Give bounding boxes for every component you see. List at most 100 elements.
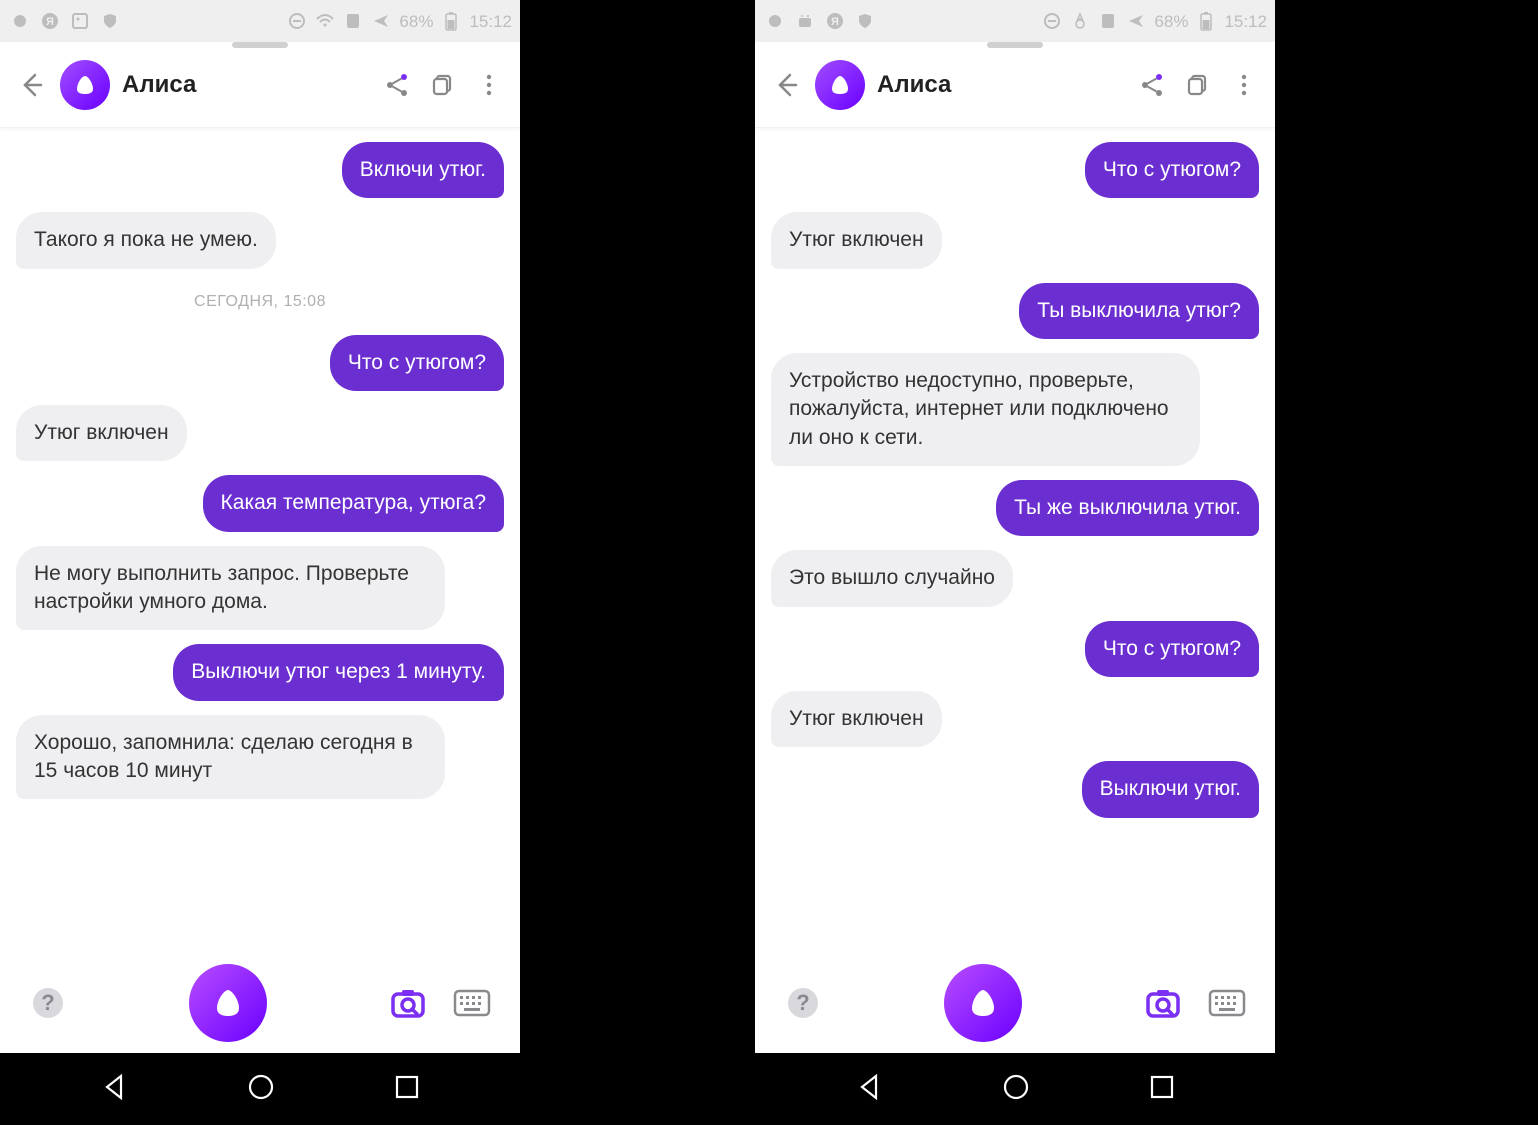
phone-screen-left: Я 68% 15:12 Алиса <box>0 0 520 1125</box>
status-time: 15:12 <box>469 12 512 32</box>
voice-button[interactable] <box>944 964 1022 1042</box>
help-button[interactable]: ? <box>783 983 823 1023</box>
timestamp-divider: СЕГОДНЯ, 15:08 <box>194 293 326 311</box>
bot-message[interactable]: Утюг включен <box>16 405 187 461</box>
dnd-icon <box>287 11 307 31</box>
message-text: Это вышло случайно <box>789 566 995 589</box>
user-message[interactable]: Ты выключила утюг? <box>1019 283 1259 339</box>
user-message[interactable]: Что с утюгом? <box>1085 621 1259 677</box>
status-bar: Я 68% 15:12 <box>755 0 1275 42</box>
app-title: Алиса <box>122 71 368 99</box>
bot-message[interactable]: Утюг включен <box>771 691 942 747</box>
airplane-icon <box>1126 11 1146 31</box>
input-bar: ? <box>755 953 1275 1053</box>
nav-home-button[interactable] <box>246 1072 276 1107</box>
na-dot-icon <box>765 11 785 31</box>
bot-message[interactable]: Не могу выполнить запрос. Проверьте наст… <box>16 546 445 631</box>
chat-area[interactable]: Включи утюг. Такого я пока не умею. СЕГО… <box>0 128 520 953</box>
user-message[interactable]: Какая температура, утюга? <box>203 475 504 531</box>
yandex-icon: Я <box>825 11 845 31</box>
app-title: Алиса <box>877 71 1123 99</box>
alisa-logo-icon <box>815 60 865 110</box>
message-text: Не могу выполнить запрос. Проверьте наст… <box>34 562 409 613</box>
share-button[interactable] <box>1135 68 1169 102</box>
battery-icon <box>1196 11 1216 31</box>
camera-search-button[interactable] <box>388 983 428 1023</box>
svg-text:?: ? <box>41 990 54 1015</box>
battery-icon <box>441 11 461 31</box>
battery-percent: 68% <box>1154 12 1188 32</box>
shield-icon <box>100 11 120 31</box>
battery-percent: 68% <box>399 12 433 32</box>
user-message[interactable]: Что с утюгом? <box>1085 142 1259 198</box>
yandex-icon: Я <box>40 11 60 31</box>
bot-message[interactable]: Такого я пока не умею. <box>16 212 276 268</box>
status-bar: Я 68% 15:12 <box>0 0 520 42</box>
user-message[interactable]: Выключи утюг через 1 минуту. <box>173 644 504 700</box>
bot-message[interactable]: Устройство недоступно, проверьте, пожалу… <box>771 353 1200 466</box>
keyboard-button[interactable] <box>1207 983 1247 1023</box>
drag-handle-icon[interactable] <box>232 42 288 48</box>
na-dot-icon <box>10 11 30 31</box>
bot-message[interactable]: Это вышло случайно <box>771 550 1013 606</box>
user-message[interactable]: Что с утюгом? <box>330 335 504 391</box>
location-icon <box>1070 11 1090 31</box>
alisa-logo-icon <box>60 60 110 110</box>
status-time: 15:12 <box>1224 12 1267 32</box>
message-text: Выключи утюг. <box>1100 777 1241 800</box>
nav-back-button[interactable] <box>854 1072 884 1107</box>
message-text: Утюг включен <box>789 228 924 251</box>
dnd-icon <box>1042 11 1062 31</box>
sim-icon <box>1098 11 1118 31</box>
share-button[interactable] <box>380 68 414 102</box>
input-bar: ? <box>0 953 520 1053</box>
message-text: Включи утюг. <box>360 158 486 181</box>
back-button[interactable] <box>769 68 803 102</box>
message-text: Устройство недоступно, проверьте, пожалу… <box>789 369 1169 449</box>
back-button[interactable] <box>14 68 48 102</box>
message-text: Выключи утюг через 1 минуту. <box>191 660 486 683</box>
app-header: Алиса <box>0 42 520 128</box>
message-text: Какая температура, утюга? <box>221 491 486 514</box>
svg-text:Я: Я <box>831 16 839 28</box>
android-nav-bar <box>0 1053 520 1125</box>
message-text: Ты выключила утюг? <box>1037 299 1241 322</box>
help-button[interactable]: ? <box>28 983 68 1023</box>
message-text: Что с утюгом? <box>1103 158 1241 181</box>
bot-message[interactable]: Хорошо, запомнила: сделаю сегодня в 15 ч… <box>16 715 445 800</box>
sim-icon <box>343 11 363 31</box>
android-icon <box>795 11 815 31</box>
nav-home-button[interactable] <box>1001 1072 1031 1107</box>
wifi-icon <box>315 11 335 31</box>
nav-recent-button[interactable] <box>393 1073 421 1106</box>
camera-search-button[interactable] <box>1143 983 1183 1023</box>
more-button[interactable] <box>472 68 506 102</box>
message-text: Утюг включен <box>34 421 169 444</box>
more-button[interactable] <box>1227 68 1261 102</box>
nav-back-button[interactable] <box>99 1072 129 1107</box>
chat-area[interactable]: Что с утюгом? Утюг включен Ты выключила … <box>755 128 1275 953</box>
bot-message[interactable]: Утюг включен <box>771 212 942 268</box>
message-text: Что с утюгом? <box>348 351 486 374</box>
user-message[interactable]: Включи утюг. <box>342 142 504 198</box>
user-message[interactable]: Выключи утюг. <box>1082 761 1259 817</box>
airplane-icon <box>371 11 391 31</box>
nav-recent-button[interactable] <box>1148 1073 1176 1106</box>
message-text: Такого я пока не умею. <box>34 228 258 251</box>
message-text: Хорошо, запомнила: сделаю сегодня в 15 ч… <box>34 731 413 782</box>
cards-button[interactable] <box>1181 68 1215 102</box>
keyboard-button[interactable] <box>452 983 492 1023</box>
message-text: Утюг включен <box>789 707 924 730</box>
image-icon <box>70 11 90 31</box>
voice-button[interactable] <box>189 964 267 1042</box>
user-message[interactable]: Ты же выключила утюг. <box>996 480 1259 536</box>
shield-icon <box>855 11 875 31</box>
android-nav-bar <box>755 1053 1275 1125</box>
drag-handle-icon[interactable] <box>987 42 1043 48</box>
cards-button[interactable] <box>426 68 460 102</box>
phone-screen-right: Я 68% 15:12 Алиса Ч <box>755 0 1275 1125</box>
message-text: Что с утюгом? <box>1103 637 1241 660</box>
svg-text:?: ? <box>796 990 809 1015</box>
message-text: Ты же выключила утюг. <box>1014 496 1241 519</box>
svg-text:Я: Я <box>46 16 54 28</box>
